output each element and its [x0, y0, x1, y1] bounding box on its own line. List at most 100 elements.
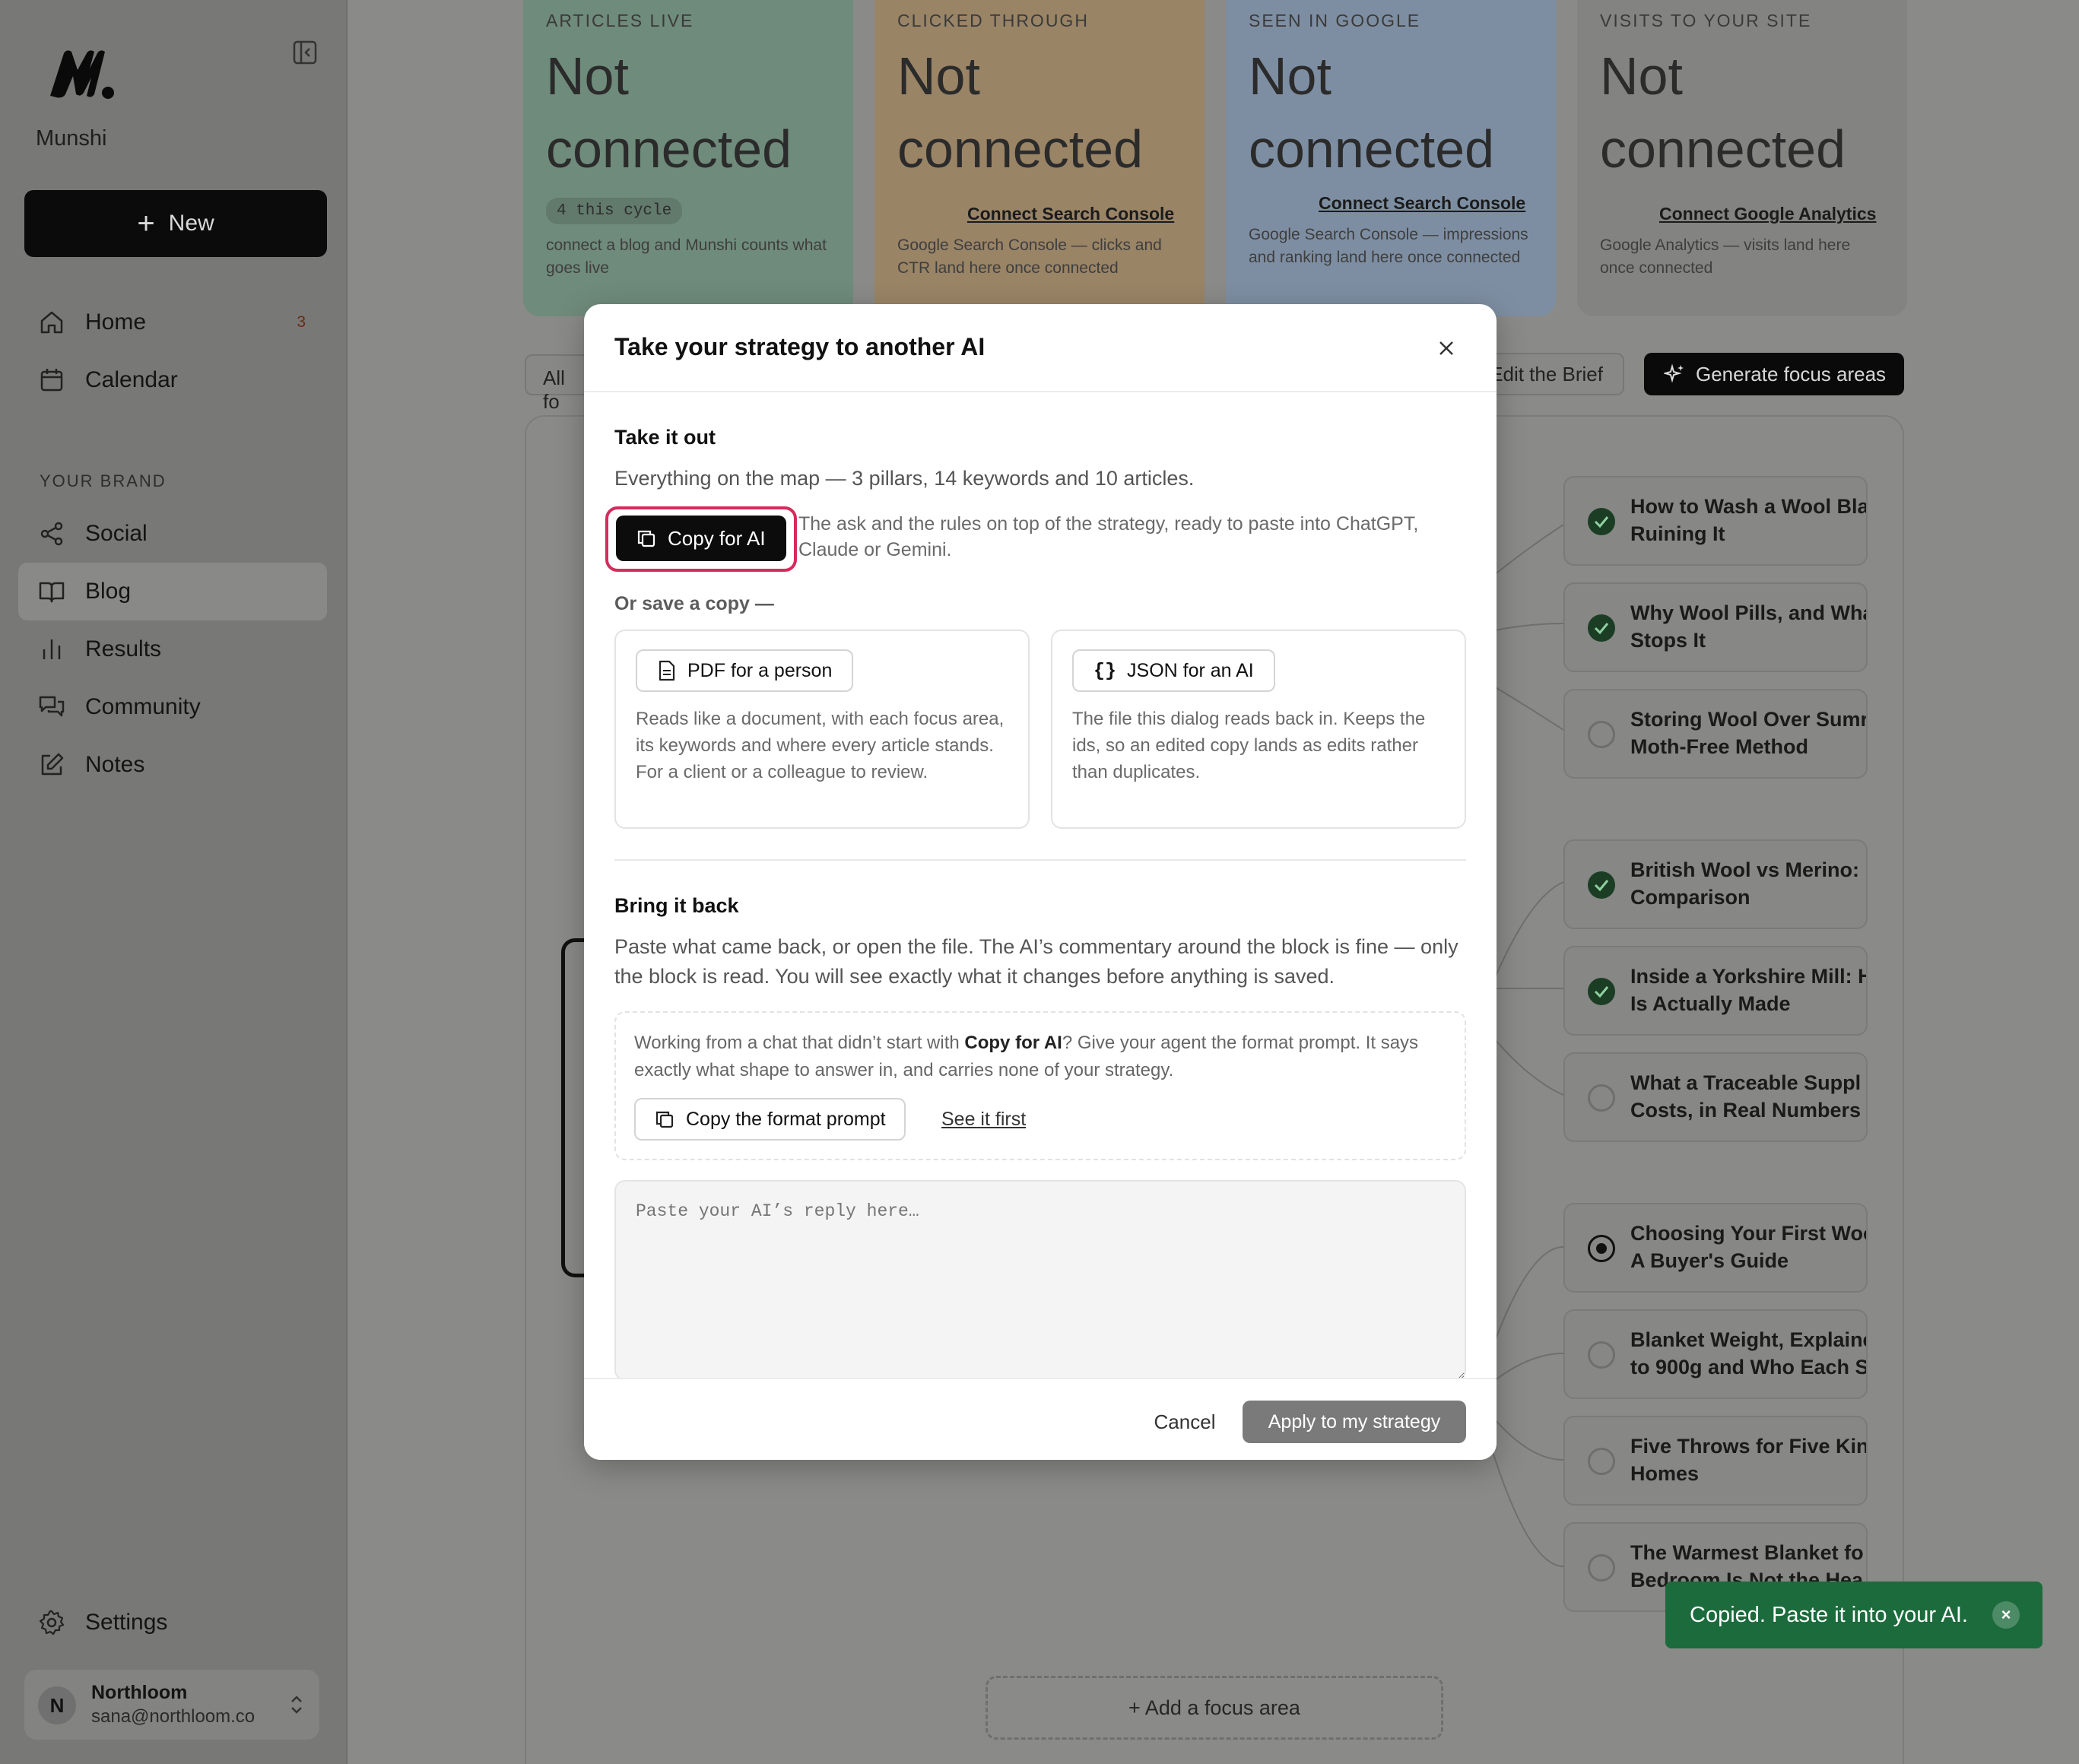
- focus-area-node[interactable]: [561, 938, 584, 1277]
- stat-label: ARTICLES LIVE: [546, 11, 694, 30]
- account-name: Northloom: [91, 1682, 188, 1703]
- see-it-first-link[interactable]: See it first: [941, 1109, 1026, 1131]
- article-card[interactable]: How to Wash a Wool Bla Ruining It: [1563, 476, 1868, 566]
- book-open-icon: [39, 582, 65, 603]
- article-card[interactable]: British Wool vs Merino: . Comparison: [1563, 839, 1868, 929]
- article-card[interactable]: What a Traceable Suppl Costs, in Real Num…: [1563, 1052, 1868, 1142]
- stat-label: CLICKED THROUGH: [897, 11, 1089, 30]
- sidebar-item-label: Settings: [85, 1610, 168, 1635]
- sparkle-icon: [1664, 363, 1684, 383]
- cycle-pill: 4 this cycle: [546, 198, 683, 224]
- sidebar-item-label: Calendar: [85, 367, 178, 392]
- article-title: British Wool vs Merino: . Comparison: [1630, 858, 1868, 909]
- sidebar-item-notes[interactable]: Notes: [18, 736, 327, 794]
- edit-note-icon: [41, 753, 64, 776]
- json-button-label: JSON for an AI: [1127, 659, 1254, 681]
- pdf-button[interactable]: PDF for a person: [636, 649, 854, 692]
- article-card[interactable]: Storing Wool Over Sumr Moth-Free Method: [1563, 689, 1868, 779]
- sidebar-item-label: Social: [85, 521, 148, 546]
- stat-label: VISITS TO YOUR SITE: [1600, 11, 1812, 30]
- sidebar: Munshi + New Home 3 Calendar YOUR BRAND …: [0, 0, 348, 1764]
- new-button-label: New: [168, 211, 214, 236]
- stat-value: Not connected: [1249, 46, 1495, 179]
- copy-format-label: Copy the format prompt: [686, 1108, 886, 1130]
- bar-chart-icon: [43, 639, 61, 659]
- json-desc: The file this dialog reads back in. Keep…: [1072, 709, 1426, 782]
- article-card[interactable]: Why Wool Pills, and Wha Stops It: [1563, 582, 1868, 672]
- plus-icon: +: [137, 207, 155, 240]
- article-card[interactable]: Five Throws for Five Kin Homes: [1563, 1416, 1868, 1505]
- format-prompt-box: Working from a chat that didn’t start wi…: [614, 1011, 1466, 1160]
- cancel-button[interactable]: Cancel: [1139, 1401, 1230, 1443]
- article-card[interactable]: Blanket Weight, Explaine to 900g and Who …: [1563, 1309, 1868, 1399]
- sidebar-item-blog[interactable]: Blog: [18, 563, 327, 620]
- stat-desc: Google Search Console — impressions and …: [1249, 226, 1528, 266]
- section-label: YOUR BRAND: [40, 471, 167, 490]
- home-badge: 3: [297, 313, 306, 331]
- format-prompt-text: Working from a chat that didn’t start wi…: [634, 1033, 1419, 1080]
- empty-circle-icon: [1588, 1084, 1615, 1112]
- article-card[interactable]: Inside a Yorkshire Mill: H Is Actually Ma…: [1563, 946, 1868, 1036]
- gear-icon: [39, 1610, 65, 1636]
- stat-card-clicked-through: CLICKED THROUGH Not connected Connect Se…: [874, 0, 1205, 316]
- check-circle-icon: [1588, 871, 1615, 899]
- dialog-header: Take your strategy to another AI: [584, 304, 1497, 392]
- json-button[interactable]: {} JSON for an AI: [1072, 649, 1275, 692]
- sidebar-item-social[interactable]: Social: [18, 505, 327, 563]
- sidebar-item-label: Blog: [85, 579, 132, 604]
- munshi-logo: [50, 50, 114, 99]
- copy-format-prompt-button[interactable]: Copy the format prompt: [634, 1098, 906, 1141]
- check-circle-icon: [1588, 614, 1615, 642]
- sidebar-item-label: Community: [85, 694, 201, 719]
- radio-selected-icon: [1588, 1235, 1615, 1262]
- article-title: Choosing Your First Woo A Buyer's Guide: [1630, 1222, 1868, 1272]
- dialog-footer: Cancel Apply to my strategy: [584, 1378, 1497, 1460]
- add-focus-area-button[interactable]: + Add a focus area: [986, 1676, 1443, 1740]
- bring-it-back-text: Paste what came back, or open the file. …: [614, 935, 1458, 988]
- sidebar-item-home[interactable]: Home 3: [18, 293, 327, 351]
- stat-desc: Google Search Console — clicks and CTR l…: [897, 236, 1162, 277]
- account-email: sana@northloom.co: [91, 1706, 256, 1727]
- stat-value: Not connected: [1600, 46, 1846, 179]
- connect-search-console-link[interactable]: Connect Search Console: [967, 204, 1174, 224]
- stat-label: SEEN IN GOOGLE: [1249, 11, 1421, 30]
- toast-text: Copied. Paste it into your AI.: [1690, 1602, 1968, 1627]
- connect-search-console-link[interactable]: Connect Search Console: [1319, 193, 1525, 214]
- brand-name: Munshi: [36, 126, 107, 151]
- article-title: Blanket Weight, Explaine to 900g and Who …: [1630, 1328, 1868, 1379]
- empty-circle-icon: [1588, 1341, 1615, 1369]
- generate-focus-areas-button[interactable]: Generate focus areas: [1644, 353, 1904, 395]
- copy-for-ai-label: Copy for AI: [668, 526, 766, 550]
- connect-google-analytics-link[interactable]: Connect Google Analytics: [1659, 204, 1876, 224]
- home-icon: [40, 311, 63, 334]
- generate-label: Generate focus areas: [1696, 362, 1887, 385]
- sidebar-item-settings[interactable]: Settings: [18, 1594, 327, 1651]
- close-icon[interactable]: [1434, 336, 1458, 360]
- new-button[interactable]: + New: [24, 190, 327, 257]
- empty-circle-icon: [1588, 1554, 1615, 1582]
- stat-card-articles-live: ARTICLES LIVE Not connected 4 this cycle…: [523, 0, 853, 316]
- stat-value: Not connected: [546, 46, 792, 179]
- article-title: Why Wool Pills, and Wha Stops It: [1630, 601, 1868, 652]
- sidebar-item-calendar[interactable]: Calendar: [18, 351, 327, 409]
- or-save-label: Or save a copy —: [614, 593, 774, 614]
- article-title: Five Throws for Five Kin Homes: [1630, 1435, 1868, 1485]
- json-option-card: {} JSON for an AI The file this dialog r…: [1051, 630, 1466, 829]
- sidebar-item-label: Results: [85, 636, 162, 662]
- divider: [614, 859, 1466, 861]
- toast-close-icon[interactable]: ×: [1992, 1601, 2020, 1629]
- sidebar-item-results[interactable]: Results: [18, 620, 327, 678]
- stat-value: Not connected: [897, 46, 1144, 179]
- copy-for-ai-button[interactable]: Copy for AI: [616, 516, 786, 561]
- apply-button[interactable]: Apply to my strategy: [1243, 1401, 1466, 1443]
- sidebar-item-community[interactable]: Community: [18, 678, 327, 736]
- collapse-sidebar-icon[interactable]: [292, 40, 318, 65]
- article-card[interactable]: Choosing Your First Woo A Buyer's Guide: [1563, 1203, 1868, 1293]
- share-icon: [40, 522, 63, 546]
- take-it-out-title: Take it out: [614, 426, 716, 449]
- stat-card-seen-in-google: SEEN IN GOOGLE Not connected Connect Sea…: [1226, 0, 1556, 316]
- paste-reply-textarea[interactable]: [614, 1180, 1466, 1381]
- account-switcher[interactable]: N Northloom sana@northloom.co: [24, 1670, 319, 1740]
- copy-for-ai-desc: The ask and the rules on top of the stra…: [798, 513, 1419, 560]
- export-strategy-dialog: Take your strategy to another AI Take it…: [584, 304, 1497, 1460]
